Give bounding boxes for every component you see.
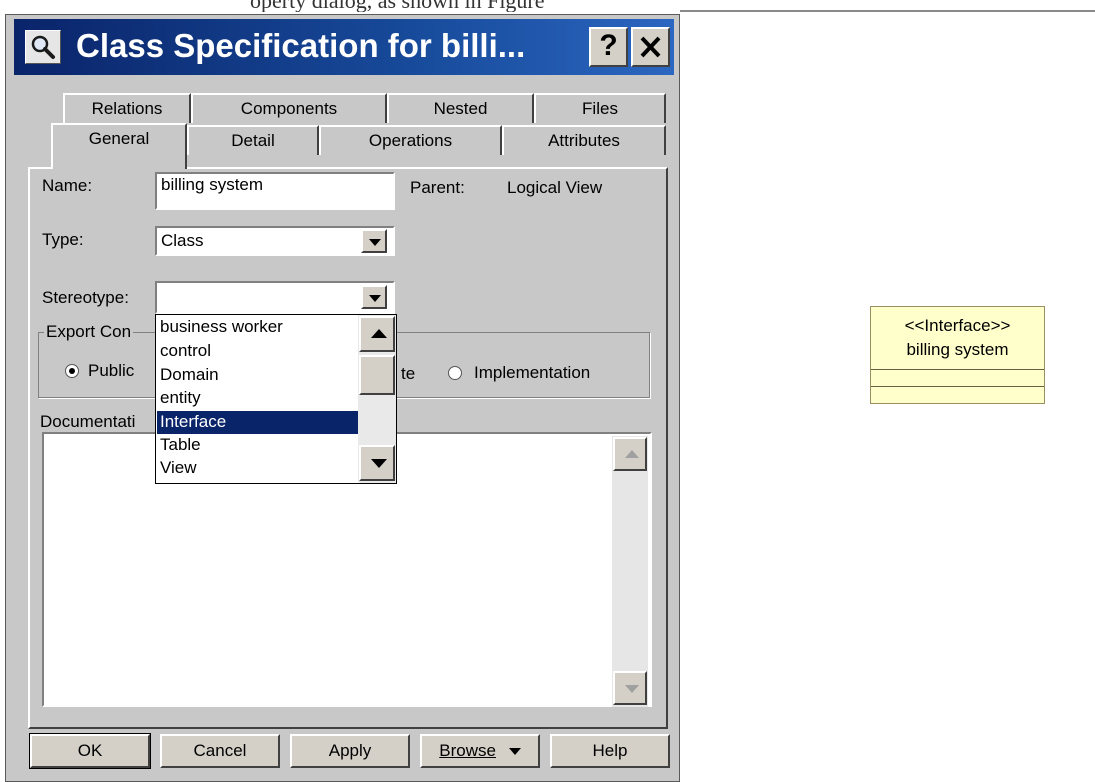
dropdown-scrollbar[interactable] [358,315,396,483]
public-radio-label: Public [88,361,135,380]
stereotype-dropdown-list[interactable]: business worker control Domain entity In… [155,314,397,484]
arrow-down-icon [625,685,639,693]
title-bar[interactable]: Class Specification for billi... ? [14,19,674,75]
stereotype-option-selected[interactable]: Interface [157,411,359,434]
documentation-label: Documentati [40,412,136,431]
scroll-up-button[interactable] [613,437,647,471]
name-field[interactable]: billing system [155,172,395,210]
stereotype-option[interactable]: Domain [157,364,359,387]
stereotype-option[interactable]: business worker [157,316,359,339]
dialog-title: Class Specification for billi... [76,27,526,64]
uml-attributes-separator [871,369,1044,370]
parent-label: Parent: [410,178,465,197]
close-button[interactable] [631,27,670,67]
tab-detail[interactable]: Detail [187,125,319,155]
chevron-down-icon [508,748,521,756]
magnifier-icon [25,30,61,64]
tab-operations[interactable]: Operations [319,125,502,155]
tab-files[interactable]: Files [534,93,666,123]
tab-components[interactable]: Components [191,93,387,123]
arrow-up-icon [371,329,387,338]
scroll-down-button[interactable] [613,671,647,705]
ok-button[interactable]: OK [29,733,151,769]
top-strip: operty dialog, as shown in Figure [0,0,1095,14]
private-radio-label-partial: te [401,364,416,383]
stereotype-option[interactable]: control [157,340,359,363]
stereotype-select[interactable] [155,281,395,314]
public-radio[interactable] [65,364,79,378]
tab-relations[interactable]: Relations [63,93,191,123]
dropdown-scroll-down-button[interactable] [359,445,395,481]
stereotype-option[interactable]: View [157,457,359,480]
help-question-button[interactable]: ? [589,27,628,67]
stereotype-option[interactable]: entity [157,387,359,410]
cancel-button[interactable]: Cancel [160,734,280,768]
uml-operations-separator [871,386,1044,387]
uml-stereotype: <<Interface>> [904,316,1011,335]
help-button[interactable]: Help [550,734,670,768]
uml-class-box[interactable]: <<Interface>> billing system [870,306,1045,404]
uml-class-name: billing system [906,340,1009,359]
tab-general[interactable]: General [51,123,187,169]
stereotype-dropdown-button[interactable] [361,285,387,309]
tab-nested[interactable]: Nested [387,93,534,123]
type-label: Type: [42,230,84,249]
close-icon [640,36,661,58]
apply-button[interactable]: Apply [290,734,410,768]
dropdown-scroll-up-button[interactable] [359,316,395,352]
implementation-radio[interactable] [448,366,462,380]
browse-button-label: Browse [439,741,496,760]
arrow-up-icon [625,450,639,458]
browse-button[interactable]: Browse [420,734,540,768]
stereotype-label: Stereotype: [42,288,129,307]
dropdown-scroll-thumb[interactable] [359,355,395,395]
name-label: Name: [42,176,93,195]
horizontal-rule [680,10,1095,12]
parent-value: Logical View [507,178,603,197]
tab-attributes[interactable]: Attributes [502,125,666,155]
cut-off-text: operty dialog, as shown in Figure [250,0,545,12]
stereotype-option[interactable]: Table [157,434,359,457]
export-control-label: Export Con [44,322,134,342]
implementation-radio-label: Implementation [474,363,591,382]
type-dropdown-button[interactable] [361,229,387,253]
type-select[interactable]: Class [155,226,395,256]
documentation-scrollbar[interactable] [612,436,648,707]
arrow-down-icon [371,459,387,468]
